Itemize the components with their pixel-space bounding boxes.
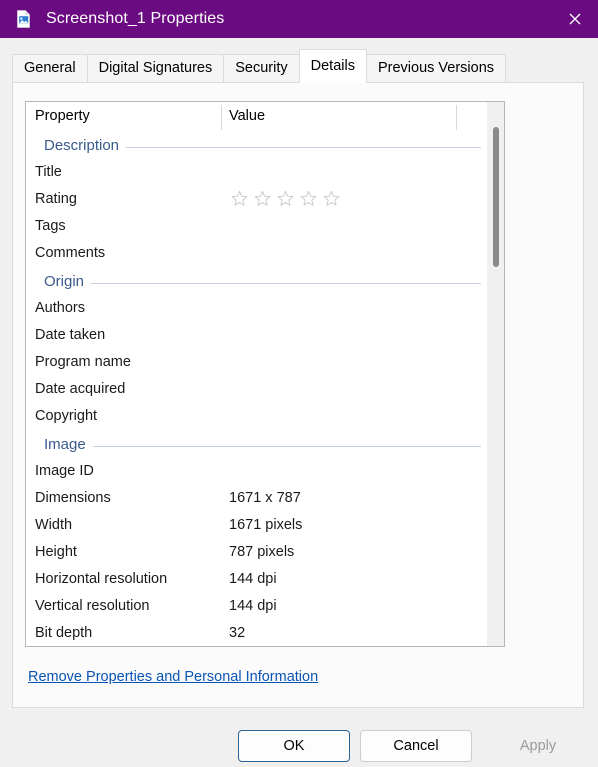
property-row[interactable]: Date acquired: [26, 378, 504, 405]
remove-properties-link[interactable]: Remove Properties and Personal Informati…: [28, 669, 318, 685]
property-value: 144 dpi: [229, 598, 277, 614]
column-divider[interactable]: [456, 105, 457, 130]
property-value: 1671 pixels: [229, 517, 303, 533]
tab-list: General Digital Signatures Security Details…: [12, 38, 507, 83]
section-title: Image: [44, 436, 93, 453]
property-name: Image ID: [35, 463, 94, 479]
property-row[interactable]: Title: [26, 161, 504, 188]
dialog-button-bar: OK Cancel Apply: [0, 708, 598, 767]
property-row[interactable]: Copyright: [26, 405, 504, 432]
property-row[interactable]: Dimensions 1671 x 787: [26, 487, 504, 514]
property-row[interactable]: Rating: [26, 188, 504, 215]
property-row[interactable]: Horizontal resolution 144 dpi: [26, 568, 504, 595]
tab-digital-signatures[interactable]: Digital Signatures: [86, 54, 225, 83]
property-name: Width: [35, 517, 73, 533]
property-name: Program name: [35, 354, 131, 370]
property-row[interactable]: Height 787 pixels: [26, 541, 504, 568]
section-title: Origin: [44, 273, 92, 290]
star-icon[interactable]: [323, 190, 340, 212]
property-list-content: Property Value Description Title Rating Tags C…: [26, 102, 504, 646]
apply-button: Apply: [482, 730, 594, 762]
title-bar: Screenshot_1 Properties: [0, 0, 598, 38]
window-title: Screenshot_1 Properties: [46, 10, 225, 27]
property-name: Copyright: [35, 408, 98, 424]
property-list[interactable]: Property Value Description Title Rating Tags C…: [25, 101, 505, 647]
property-name: Comments: [35, 245, 106, 261]
section-header: Description: [26, 133, 504, 161]
star-icon[interactable]: [300, 190, 317, 212]
property-value: 787 pixels: [229, 544, 295, 560]
cancel-button[interactable]: Cancel: [360, 730, 472, 762]
tab-details[interactable]: Details: [298, 49, 367, 83]
close-icon[interactable]: [552, 0, 598, 38]
property-name: Horizontal resolution: [35, 571, 168, 587]
ok-button[interactable]: OK: [238, 730, 350, 762]
column-header-property[interactable]: Property: [35, 108, 90, 124]
star-icon[interactable]: [277, 190, 294, 212]
rating-stars[interactable]: [231, 190, 340, 212]
property-row[interactable]: Comments: [26, 242, 504, 269]
property-row[interactable]: Authors: [26, 297, 504, 324]
property-value: 1671 x 787: [229, 490, 301, 506]
property-row[interactable]: Image ID: [26, 460, 504, 487]
property-row[interactable]: Width 1671 pixels: [26, 514, 504, 541]
property-row[interactable]: Tags: [26, 215, 504, 242]
property-name: Bit depth: [35, 625, 93, 641]
tab-strip: General Digital Signatures Security Details…: [0, 38, 598, 83]
section-rule: [44, 446, 481, 447]
tab-security[interactable]: Security: [223, 54, 300, 83]
column-header-value[interactable]: Value: [229, 108, 265, 124]
property-name: Dimensions: [35, 490, 111, 506]
section-title: Description: [44, 137, 127, 154]
section-header: Origin: [26, 269, 504, 297]
vertical-scrollbar[interactable]: [487, 102, 504, 646]
property-name: Vertical resolution: [35, 598, 150, 614]
star-icon[interactable]: [254, 190, 271, 212]
property-row[interactable]: Program name: [26, 351, 504, 378]
property-row[interactable]: Bit depth 32: [26, 622, 504, 646]
property-name: Date taken: [35, 327, 106, 343]
tab-general[interactable]: General: [12, 54, 88, 83]
property-value: 144 dpi: [229, 571, 277, 587]
property-name: Tags: [35, 218, 66, 234]
tab-previous-versions[interactable]: Previous Versions: [365, 54, 507, 83]
property-row[interactable]: Vertical resolution 144 dpi: [26, 595, 504, 622]
column-divider[interactable]: [221, 105, 222, 130]
section-rule: [44, 283, 481, 284]
property-value: 32: [229, 625, 246, 641]
property-name: Authors: [35, 300, 85, 316]
property-name: Rating: [35, 191, 77, 207]
scrollbar-thumb[interactable]: [493, 127, 499, 267]
property-row[interactable]: Date taken: [26, 324, 504, 351]
list-header: Property Value: [26, 102, 504, 133]
property-name: Title: [35, 164, 62, 180]
star-icon[interactable]: [231, 190, 248, 212]
section-header: Image: [26, 432, 504, 460]
property-name: Date acquired: [35, 381, 126, 397]
property-name: Height: [35, 544, 77, 560]
image-file-icon: [14, 9, 34, 29]
